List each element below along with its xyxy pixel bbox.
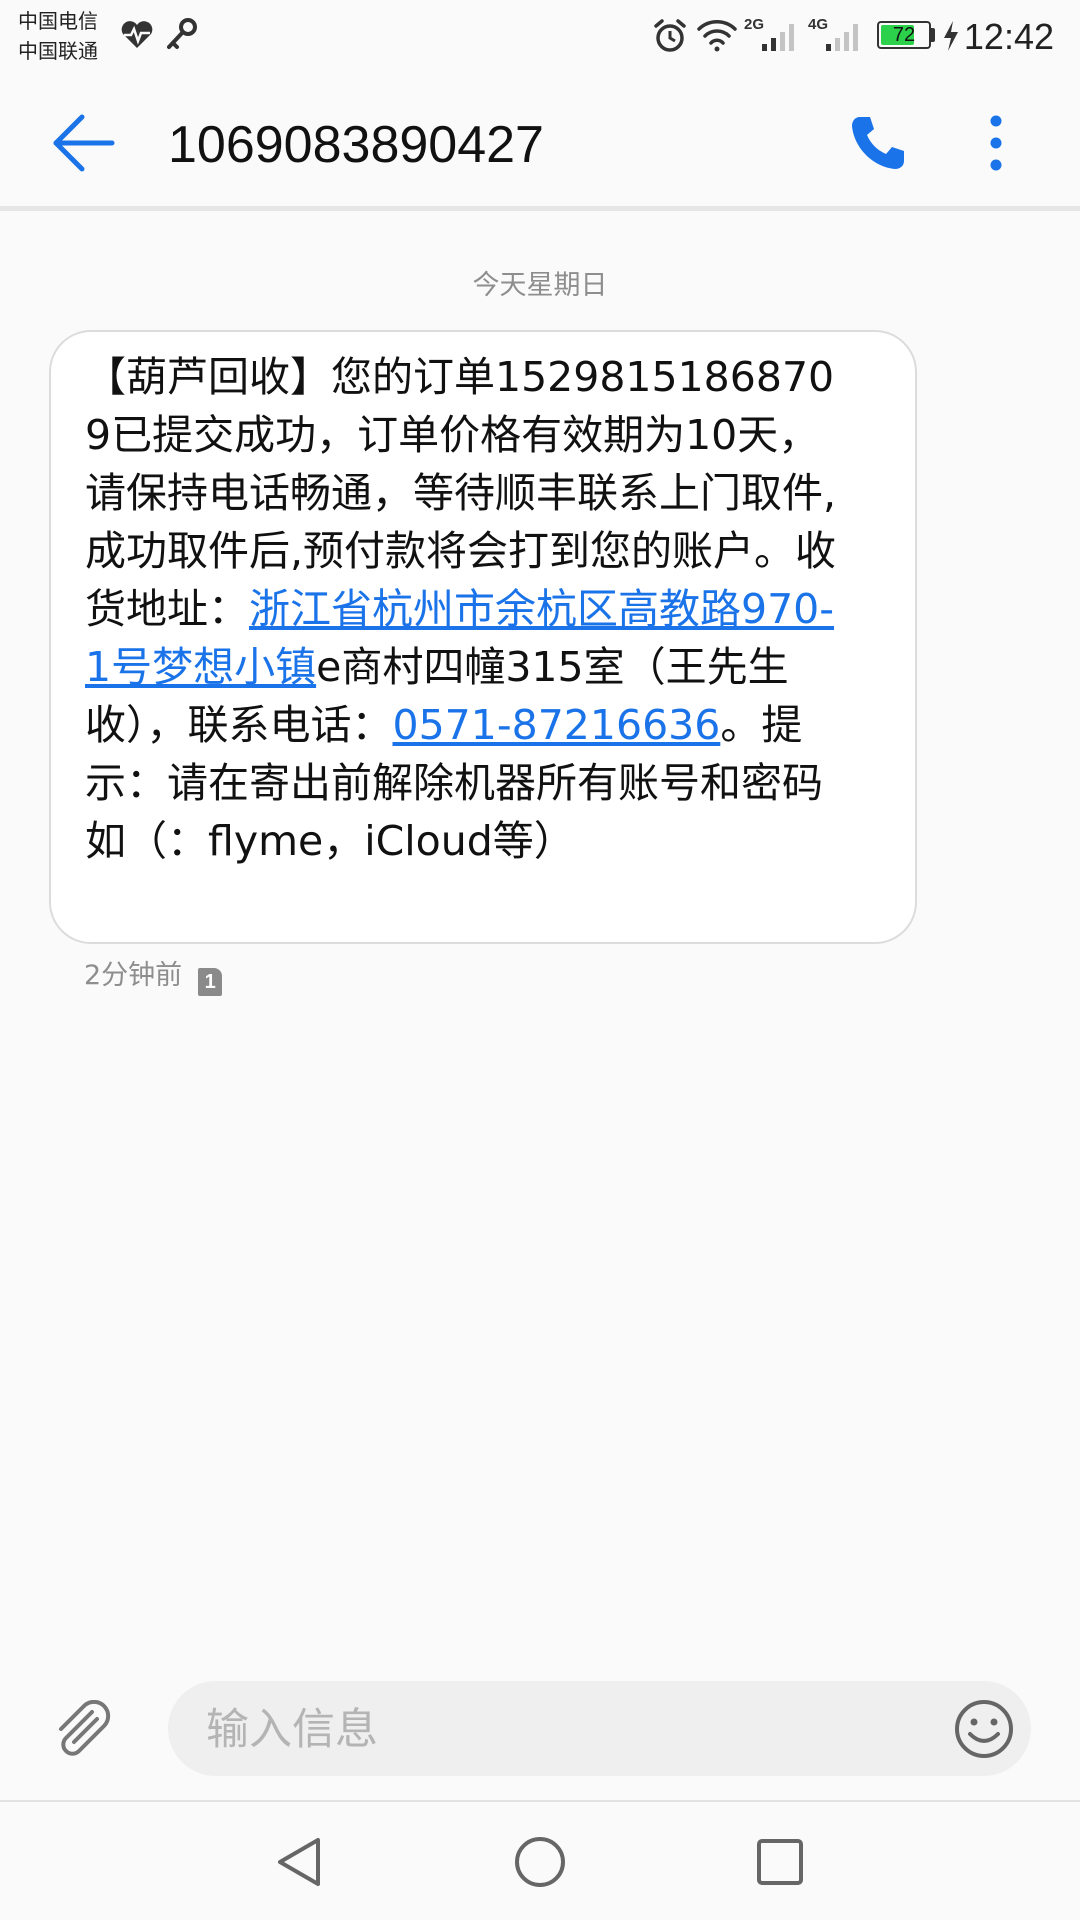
phone-icon[interactable] bbox=[846, 111, 910, 175]
heartbeat-icon bbox=[121, 21, 153, 48]
emoji-icon[interactable] bbox=[952, 1697, 1016, 1761]
more-vertical-icon[interactable] bbox=[976, 111, 1016, 175]
clock: 12:42 bbox=[963, 16, 1054, 57]
date-divider: 今天星期日 bbox=[472, 270, 608, 301]
message-input[interactable] bbox=[204, 1681, 908, 1778]
status-bar: 中国电信 中国联通 2G 4G 72 12:42 bbox=[0, 0, 1080, 75]
nav-recents-icon[interactable] bbox=[750, 1832, 810, 1892]
battery-indicator: 72 bbox=[877, 21, 931, 49]
message-bubble[interactable]: 【葫芦回收】您的订单15298151868709已提交成功，订单价格有效期为10… bbox=[49, 330, 917, 944]
battery-cap bbox=[931, 28, 935, 42]
contact-number-title: 1069083890427 bbox=[168, 116, 544, 174]
back-arrow-icon[interactable] bbox=[48, 105, 124, 181]
message-meta: 2分钟前 1 bbox=[84, 958, 223, 996]
carrier-names: 中国电信 中国联通 bbox=[18, 6, 118, 66]
conversation-header: 1069083890427 bbox=[0, 75, 1080, 211]
signal-icon bbox=[762, 24, 794, 51]
wifi-icon bbox=[697, 20, 737, 52]
compose-field bbox=[168, 1681, 1031, 1778]
alarm-icon bbox=[654, 19, 686, 52]
charging-icon bbox=[944, 21, 958, 51]
signal-icon bbox=[826, 24, 858, 51]
nav-home-icon[interactable] bbox=[510, 1832, 570, 1892]
carrier-2: 中国联通 bbox=[18, 39, 98, 63]
sim-card-icon: 1 bbox=[198, 968, 223, 996]
paperclip-icon[interactable] bbox=[52, 1700, 116, 1764]
message-time: 2分钟前 bbox=[84, 960, 183, 991]
battery-percent: 72 bbox=[892, 24, 916, 46]
carrier-1: 中国电信 bbox=[18, 9, 98, 33]
nav-back-icon[interactable] bbox=[270, 1832, 330, 1892]
key-icon bbox=[167, 18, 197, 49]
phone-number-link[interactable]: 0571-87216636 bbox=[393, 701, 721, 749]
message-text: 【葫芦回收】您的订单15298151868709已提交成功，订单价格有效期为10… bbox=[85, 348, 857, 870]
navigation-bar bbox=[0, 1800, 1080, 1920]
